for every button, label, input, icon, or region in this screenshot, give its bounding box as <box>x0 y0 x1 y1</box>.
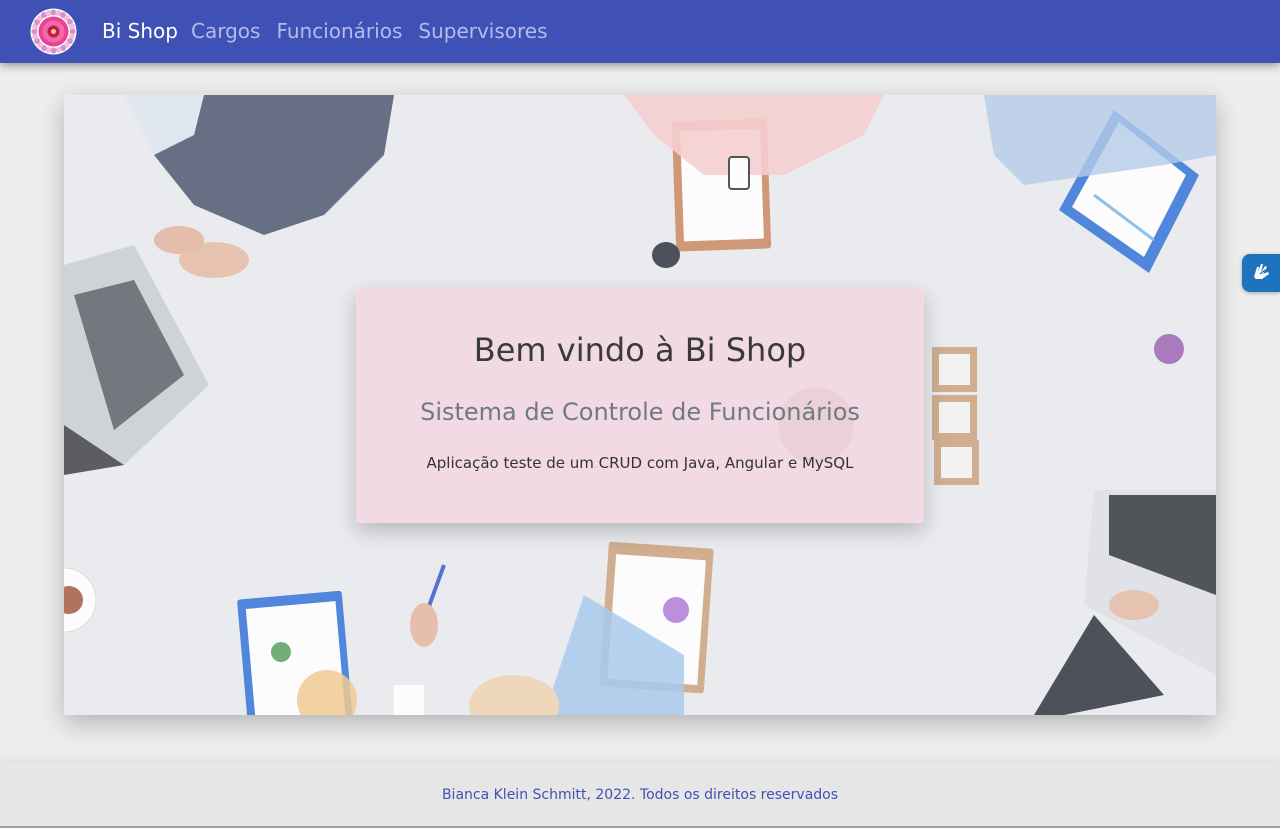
top-navbar: Bi Shop Cargos Funcionários Supervisores <box>0 0 1280 63</box>
welcome-title: Bem vindo à Bi Shop <box>473 331 807 369</box>
nav-link-cargos[interactable]: Cargos <box>191 17 260 45</box>
hero-banner: Bem vindo à Bi Shop Sistema de Controle … <box>64 95 1216 715</box>
nav-link-funcionarios[interactable]: Funcionários <box>276 17 402 45</box>
nav-link-supervisores[interactable]: Supervisores <box>418 17 547 45</box>
welcome-subtitle: Sistema de Controle de Funcionários <box>420 398 860 426</box>
sign-language-hands-icon <box>1249 259 1273 287</box>
page-footer: Bianca Klein Schmitt, 2022. Todos os dir… <box>0 762 1280 828</box>
footer-copyright: Bianca Klein Schmitt, 2022. Todos os dir… <box>441 787 839 803</box>
welcome-description: Aplicação teste de um CRUD com Java, Ang… <box>426 454 854 472</box>
brand-link[interactable]: Bi Shop <box>102 17 178 45</box>
nav-links: Cargos Funcionários Supervisores <box>191 17 548 45</box>
accessibility-widget-button[interactable] <box>1242 254 1280 292</box>
welcome-card: Bem vindo à Bi Shop Sistema de Controle … <box>356 288 924 523</box>
logo-icon[interactable] <box>30 8 77 55</box>
